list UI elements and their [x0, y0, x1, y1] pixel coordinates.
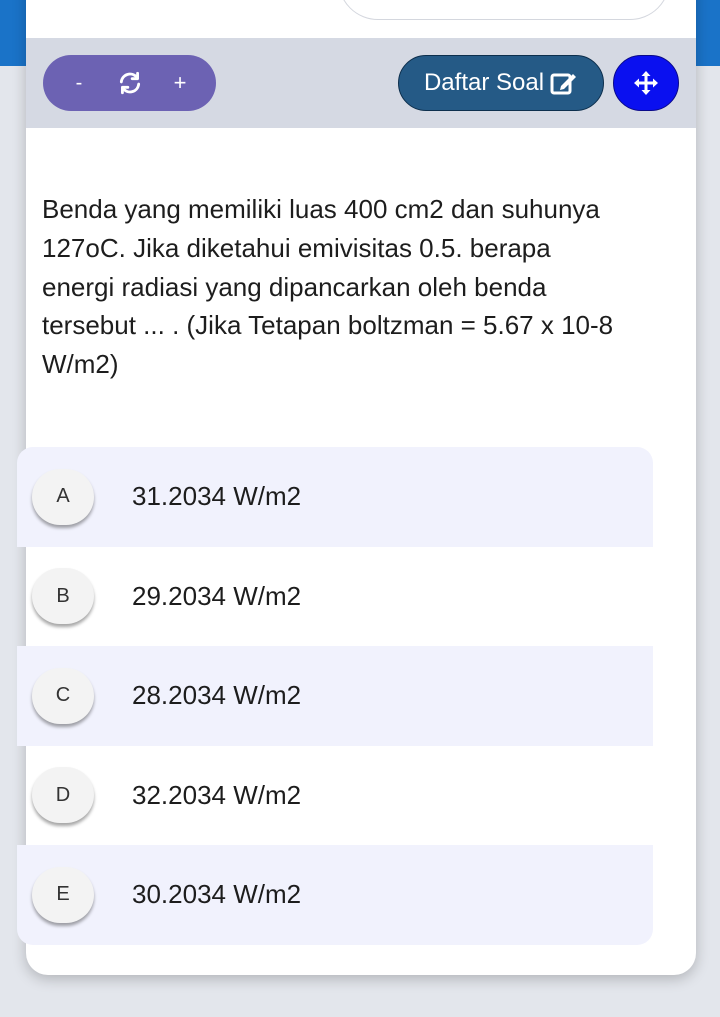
daftar-soal-label: Daftar Soal [423, 69, 545, 96]
option-text: 31.2034 W/m2 [132, 481, 302, 512]
option-letter: A [32, 468, 94, 525]
option-e[interactable]: E 30.2034 W/m2 [17, 845, 653, 945]
refresh-button[interactable] [112, 63, 148, 103]
option-text: 32.2034 W/m2 [132, 779, 302, 810]
option-b[interactable]: B 29.2034 W/m2 [17, 547, 653, 647]
option-text: 29.2034 W/m2 [132, 580, 302, 611]
option-text: 30.2034 W/m2 [132, 879, 302, 910]
move-button[interactable] [613, 55, 679, 111]
option-letter: C [32, 667, 94, 724]
zoom-in-button[interactable]: + [162, 63, 198, 103]
move-arrows-icon [634, 71, 658, 95]
option-letter: B [32, 568, 94, 625]
option-letter: D [32, 767, 94, 824]
daftar-soal-button[interactable]: Daftar Soal [398, 55, 604, 111]
option-a[interactable]: A 31.2034 W/m2 [17, 447, 653, 547]
refresh-icon [119, 71, 140, 95]
option-text: 28.2034 W/m2 [132, 680, 302, 711]
question-text: Benda yang memiliki luas 400 cm2 dan suh… [42, 194, 621, 380]
zoom-control-group: - + [43, 55, 216, 111]
option-letter: E [32, 866, 94, 923]
zoom-out-button[interactable]: - [61, 63, 97, 103]
edit-icon [550, 73, 577, 95]
question-toolbar: - + Daftar Soal [26, 38, 696, 128]
answer-options: A 31.2034 W/m2 B 29.2034 W/m2 C 28.2034 … [17, 447, 653, 945]
option-c[interactable]: C 28.2034 W/m2 [17, 646, 653, 746]
partial-top-field [338, 0, 670, 20]
option-d[interactable]: D 32.2034 W/m2 [17, 746, 653, 846]
